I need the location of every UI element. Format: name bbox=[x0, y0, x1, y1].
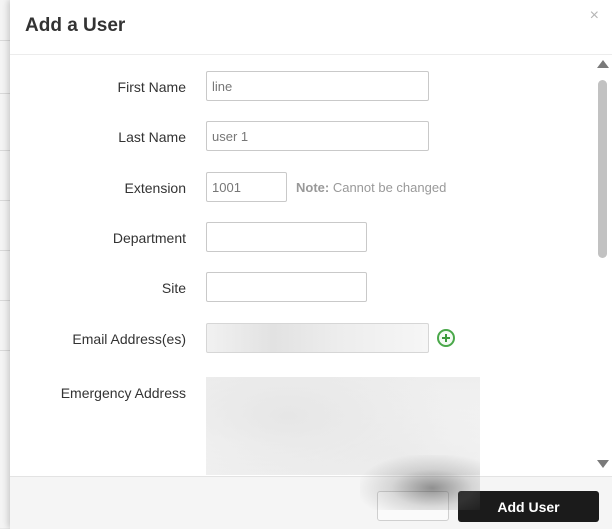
department-row: Department bbox=[10, 222, 570, 254]
first-name-label: First Name bbox=[117, 79, 186, 95]
add-user-modal: Add a User × First Name Last Name Extens… bbox=[10, 0, 612, 529]
scroll-up-arrow-icon[interactable] bbox=[597, 60, 609, 68]
scroll-down-arrow-icon[interactable] bbox=[597, 460, 609, 468]
extension-note-text: Cannot be changed bbox=[329, 180, 447, 195]
close-icon[interactable]: × bbox=[590, 8, 599, 24]
emergency-address-field[interactable] bbox=[206, 377, 480, 475]
extension-note-bold: Note: bbox=[296, 180, 330, 195]
add-email-plus-icon[interactable] bbox=[437, 329, 455, 347]
emergency-address-row: Emergency Address bbox=[10, 377, 570, 475]
modal-footer: Add User bbox=[10, 476, 612, 529]
modal-header: Add a User × bbox=[10, 0, 612, 55]
modal-title: Add a User bbox=[25, 15, 126, 36]
last-name-row: Last Name bbox=[10, 121, 570, 153]
modal-body: First Name Last Name Extension Note: Can… bbox=[10, 55, 612, 475]
site-label: Site bbox=[161, 280, 186, 296]
email-row: Email Address(es) bbox=[10, 323, 570, 355]
first-name-input[interactable] bbox=[206, 71, 429, 101]
cancel-button[interactable] bbox=[377, 491, 449, 521]
email-label: Email Address(es) bbox=[72, 331, 186, 347]
last-name-input[interactable] bbox=[206, 121, 429, 151]
site-input[interactable] bbox=[206, 272, 367, 302]
last-name-label: Last Name bbox=[118, 129, 186, 145]
email-input[interactable] bbox=[206, 323, 429, 353]
extension-row: Extension Note: Cannot be changed bbox=[10, 172, 570, 204]
emergency-address-label: Emergency Address bbox=[60, 385, 186, 401]
first-name-row: First Name bbox=[10, 71, 570, 103]
extension-label: Extension bbox=[124, 180, 186, 196]
scrollbar-thumb[interactable] bbox=[598, 80, 607, 258]
department-label: Department bbox=[112, 230, 186, 246]
add-user-button[interactable]: Add User bbox=[458, 491, 599, 522]
department-input[interactable] bbox=[206, 222, 367, 252]
extension-input[interactable] bbox=[206, 172, 287, 202]
site-row: Site bbox=[10, 272, 570, 304]
extension-note: Note: Cannot be changed bbox=[296, 180, 446, 195]
